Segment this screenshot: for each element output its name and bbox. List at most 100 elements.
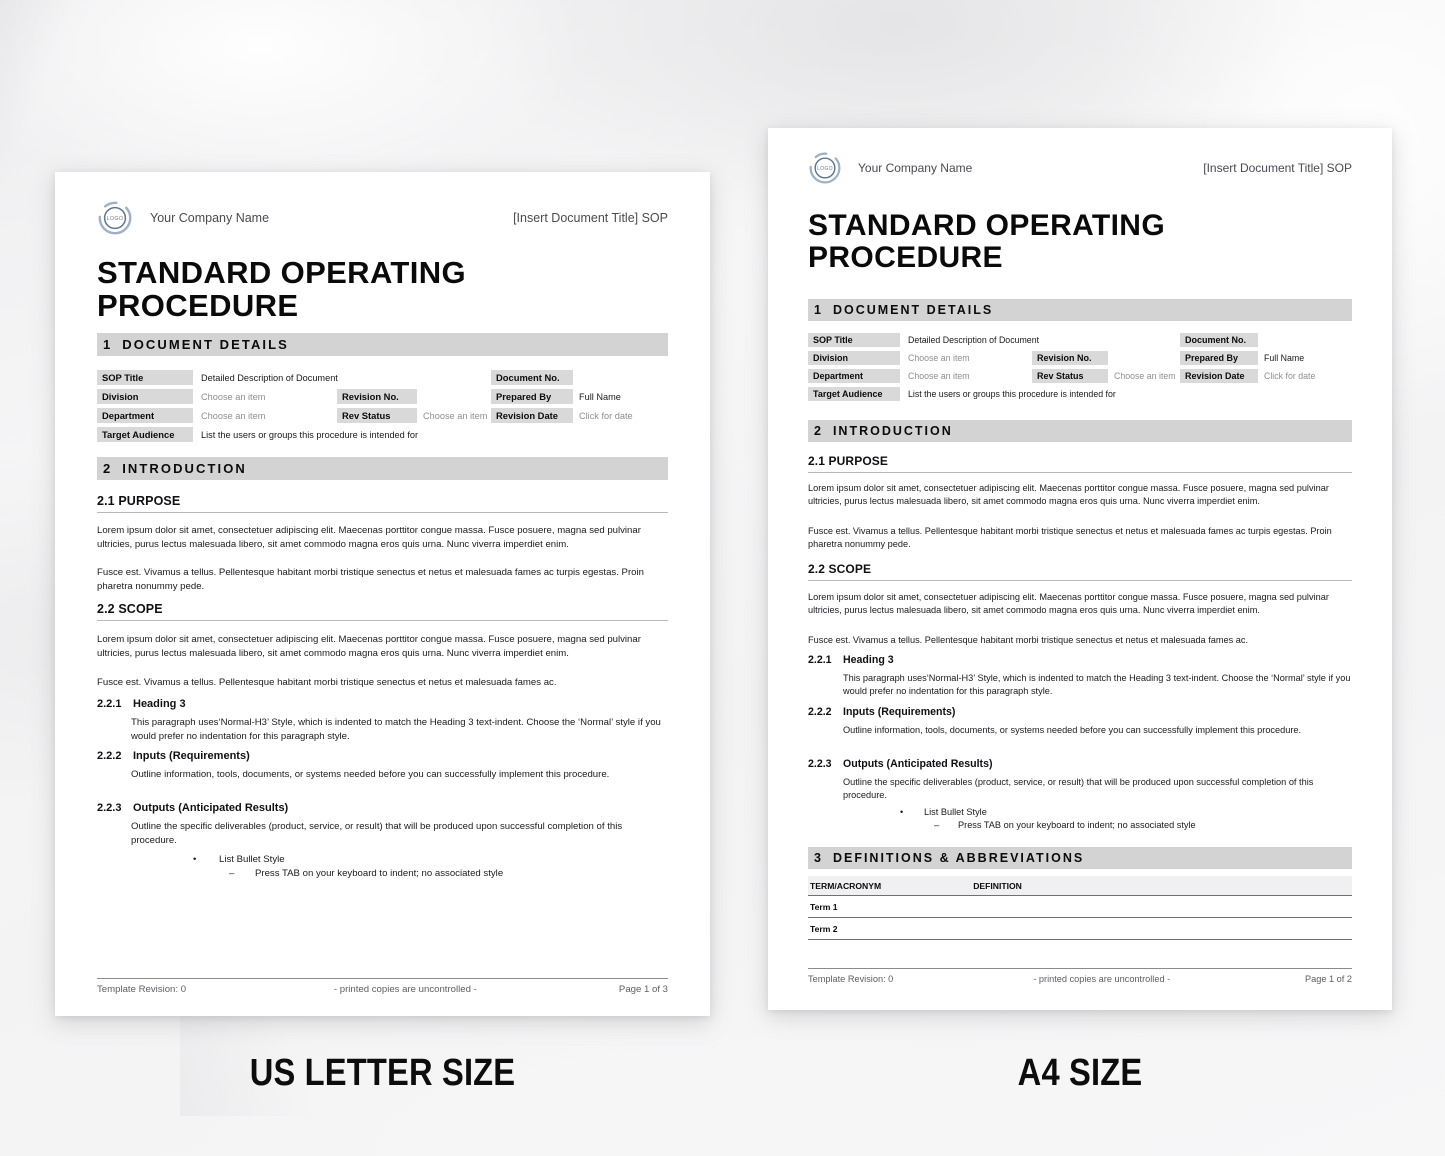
footer-notice: - printed copies are uncontrolled - (1033, 974, 1171, 984)
field-value-revision-no[interactable] (423, 389, 485, 404)
cell-term[interactable]: Term 1 (808, 895, 972, 918)
caption-a4: A4 SIZE (1017, 1052, 1143, 1094)
heading3-title: Heading 3 (133, 698, 186, 710)
section-number: 1 (814, 303, 821, 317)
document-footer: Template Revision: 0 - printed copies ar… (97, 978, 668, 995)
subsection-heading-scope: 2.2 SCOPE (97, 602, 668, 621)
cell-definition[interactable] (971, 895, 1352, 918)
field-label-department: Department (808, 369, 900, 383)
heading3-223: 2.2.3 Outputs (Anticipated Results) (97, 802, 668, 814)
field-value-department[interactable]: Choose an item (201, 408, 331, 423)
definitions-table: TERM/ACRONYM DEFINITION Term 1 Term 2 (808, 876, 1352, 940)
field-value-target-audience[interactable]: List the users or groups this procedure … (908, 387, 1288, 401)
footer-notice: - printed copies are uncontrolled - (333, 984, 477, 995)
cell-term[interactable]: Term 2 (808, 917, 972, 940)
section-number: 2 (814, 424, 821, 438)
company-name: Your Company Name (150, 211, 270, 225)
scope-paragraph-2: Fusce est. Vivamus a tellus. Pellentesqu… (97, 677, 557, 688)
section-title: INTRODUCTION (122, 461, 247, 476)
heading3-number: 2.2.2 (97, 750, 122, 762)
purpose-paragraph-1: Lorem ipsum dolor sit amet, consectetuer… (808, 483, 1329, 507)
section-title: DOCUMENT DETAILS (832, 303, 994, 317)
us-letter-page-preview[interactable]: LOGO Your Company Name [Insert Document … (55, 172, 710, 1016)
list-item: • List Bullet Style (97, 854, 668, 865)
section-heading-definitions: 3 DEFINITIONS & ABBREVIATIONS (808, 847, 1352, 869)
subsection-heading-purpose: 2.1 PURPOSE (808, 454, 1352, 473)
page-title: STANDARD OPERATING PROCEDURE (808, 209, 1166, 275)
subsection-heading-purpose: 2.1 PURPOSE (97, 494, 668, 513)
company-logo-ring-icon: LOGO (808, 151, 842, 185)
heading3-221: 2.2.1 Heading 3 (808, 654, 1352, 666)
document-title-header: [Insert Document Title] SOP (1203, 161, 1352, 175)
field-value-division[interactable]: Choose an item (908, 351, 1028, 365)
company-name: Your Company Name (858, 161, 973, 175)
field-value-division[interactable]: Choose an item (201, 389, 331, 404)
field-label-document-no: Document No. (491, 370, 573, 385)
section-title: DOCUMENT DETAILS (122, 337, 289, 352)
field-value-document-no[interactable] (579, 370, 667, 385)
field-label-target-audience: Target Audience (97, 427, 193, 442)
heading3-222: 2.2.2 Inputs (Requirements) (97, 750, 668, 762)
field-label-rev-status: Rev Status (1032, 369, 1108, 383)
cell-definition[interactable] (971, 917, 1352, 940)
purpose-paragraph-2: Fusce est. Vivamus a tellus. Pellentesqu… (97, 567, 644, 592)
svg-text:LOGO: LOGO (107, 216, 124, 222)
section-heading-document-details: 1 DOCUMENT DETAILS (97, 333, 668, 356)
section-number: 2 (103, 461, 111, 476)
field-value-rev-status[interactable]: Choose an item (1114, 369, 1178, 383)
field-value-revision-no[interactable] (1114, 351, 1174, 365)
list-item-label: List Bullet Style (219, 854, 285, 865)
bullet-marker: • (193, 854, 197, 865)
field-value-rev-status[interactable]: Choose an item (423, 408, 489, 423)
field-value-prepared-by[interactable]: Full Name (1264, 351, 1348, 365)
field-value-document-no[interactable] (1264, 333, 1348, 347)
section-number: 3 (814, 851, 821, 865)
list-item: • List Bullet Style (808, 807, 1352, 817)
document-details-table: SOP Title Detailed Description of Docume… (97, 370, 668, 442)
document-details-table: SOP Title Detailed Description of Docume… (808, 333, 1352, 401)
field-value-revision-date[interactable]: Click for date (579, 408, 667, 423)
footer-template-revision: Template Revision: 0 (97, 984, 187, 995)
heading3-title: Outputs (Anticipated Results) (843, 758, 993, 770)
heading3-number: 2.2.2 (808, 706, 832, 718)
svg-text:LOGO: LOGO (817, 166, 833, 172)
heading3-title: Inputs (Requirements) (133, 750, 250, 762)
heading3-221-body: This paragraph uses‘Normal-H3’ Style, wh… (843, 673, 1351, 697)
field-label-target-audience: Target Audience (808, 387, 900, 401)
field-label-department: Department (97, 408, 193, 423)
column-header-term: TERM/ACRONYM (808, 876, 972, 896)
field-label-revision-date: Revision Date (1180, 369, 1258, 383)
field-label-revision-no: Revision No. (1032, 351, 1108, 365)
column-header-definition: DEFINITION (971, 876, 1352, 896)
field-value-department[interactable]: Choose an item (908, 369, 1028, 383)
field-value-sop-title[interactable]: Detailed Description of Document (908, 333, 1178, 347)
field-label-division: Division (808, 351, 900, 365)
heading3-number: 2.2.1 (97, 698, 122, 710)
document-title-header: [Insert Document Title] SOP (513, 211, 668, 225)
bullet-marker: • (900, 807, 904, 817)
table-row: Term 1 (808, 895, 1352, 918)
heading3-223-body: Outline the specific deliverables (produ… (843, 777, 1314, 801)
heading3-number: 2.2.3 (97, 802, 122, 814)
field-value-prepared-by[interactable]: Full Name (579, 389, 667, 404)
list-item-label: Press TAB on your keyboard to indent; no… (958, 820, 1196, 830)
field-label-prepared-by: Prepared By (491, 389, 573, 404)
field-value-revision-date[interactable]: Click for date (1264, 369, 1348, 383)
heading3-number: 2.2.3 (808, 758, 832, 770)
section-title: INTRODUCTION (832, 424, 953, 438)
document-header-left: LOGO Your Company Name (808, 151, 972, 185)
field-value-sop-title[interactable]: Detailed Description of Document (201, 370, 481, 385)
heading3-222-body: Outline information, tools, documents, o… (131, 769, 610, 780)
a4-page-preview[interactable]: LOGO Your Company Name [Insert Document … (768, 128, 1392, 1010)
footer-template-revision: Template Revision: 0 (808, 974, 894, 984)
heading3-title: Outputs (Anticipated Results) (133, 802, 289, 814)
list-item-label: List Bullet Style (924, 807, 987, 817)
list-item: – Press TAB on your keyboard to indent; … (808, 820, 1352, 830)
heading3-title: Heading 3 (843, 654, 894, 666)
heading3-222: 2.2.2 Inputs (Requirements) (808, 706, 1352, 718)
field-label-rev-status: Rev Status (337, 408, 417, 423)
field-value-target-audience[interactable]: List the users or groups this procedure … (201, 427, 601, 442)
footer-page-number: Page 1 of 3 (618, 984, 668, 995)
outputs-bullet-list: • List Bullet Style – Press TAB on your … (808, 807, 1352, 833)
scope-paragraph-1: Lorem ipsum dolor sit amet, consectetuer… (808, 592, 1329, 616)
